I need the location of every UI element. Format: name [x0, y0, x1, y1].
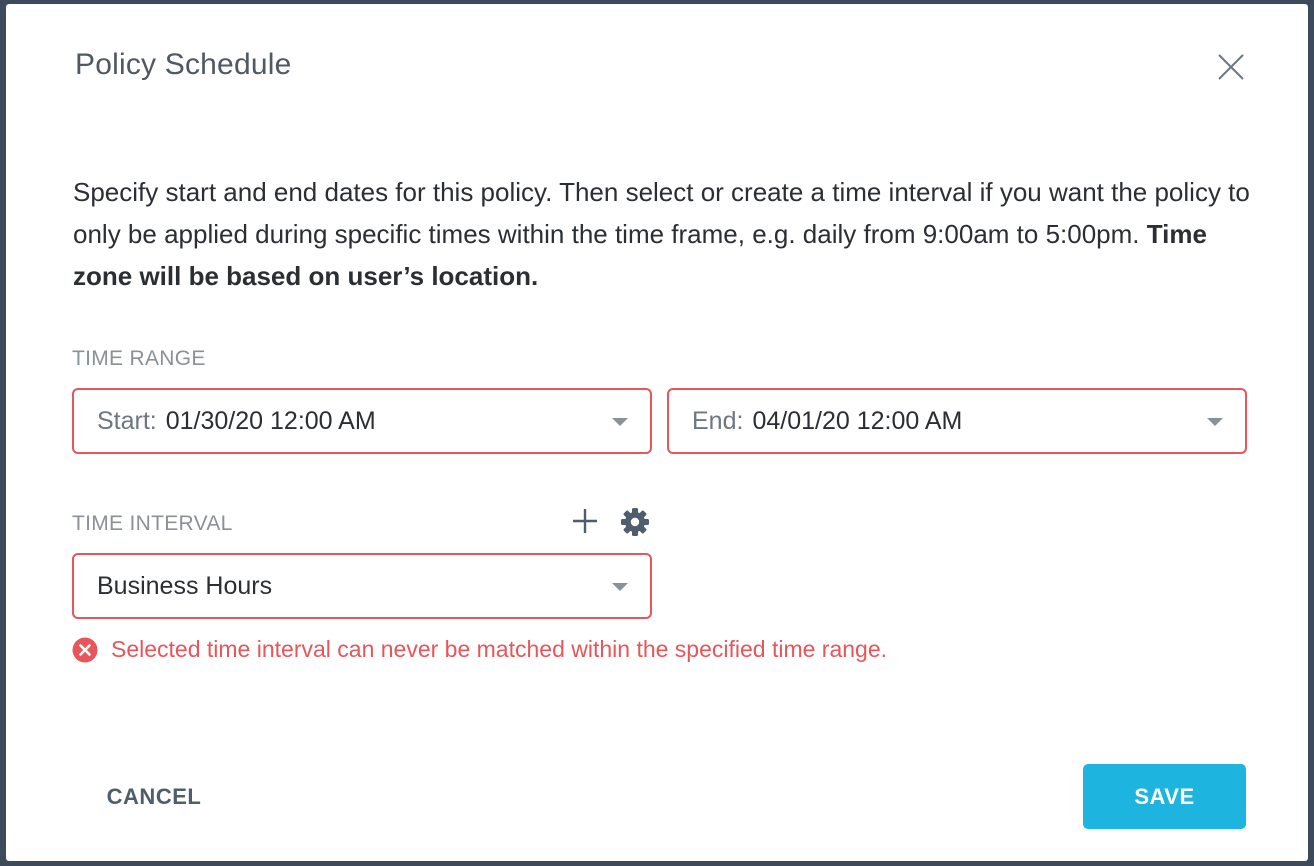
gear-icon	[621, 508, 649, 536]
policy-schedule-dialog: Policy Schedule Specify start and end da…	[6, 4, 1308, 861]
error-icon	[72, 637, 98, 662]
cancel-button[interactable]: CANCEL	[84, 764, 224, 830]
interval-settings-button[interactable]	[620, 507, 650, 537]
end-value: 04/01/20 12:00 AM	[752, 406, 963, 435]
interval-error-message: Selected time interval can never be matc…	[72, 636, 887, 663]
chevron-down-icon	[1207, 418, 1223, 426]
close-icon	[1218, 54, 1244, 80]
dialog-description: Specify start and end dates for this pol…	[73, 171, 1263, 297]
time-interval-select[interactable]: Business Hours	[72, 553, 652, 619]
interval-value: Business Hours	[97, 571, 273, 600]
chevron-down-icon	[612, 583, 628, 591]
dialog-title: Policy Schedule	[75, 48, 292, 81]
end-date-select[interactable]: End: 04/01/20 12:00 AM	[667, 388, 1247, 454]
time-range-label: TIME RANGE	[72, 347, 206, 370]
start-date-select[interactable]: Start: 01/30/20 12:00 AM	[72, 388, 652, 454]
plus-icon	[573, 509, 597, 533]
time-interval-label: TIME INTERVAL	[72, 512, 233, 535]
error-text: Selected time interval can never be matc…	[111, 636, 888, 662]
start-prefix: Start:	[97, 406, 157, 435]
save-button[interactable]: SAVE	[1083, 764, 1246, 829]
chevron-down-icon	[612, 418, 628, 426]
description-text: Specify start and end dates for this pol…	[73, 177, 1250, 249]
add-interval-button[interactable]	[571, 507, 599, 535]
start-value: 01/30/20 12:00 AM	[165, 406, 376, 435]
end-prefix: End:	[692, 406, 744, 435]
close-button[interactable]	[1214, 50, 1248, 84]
